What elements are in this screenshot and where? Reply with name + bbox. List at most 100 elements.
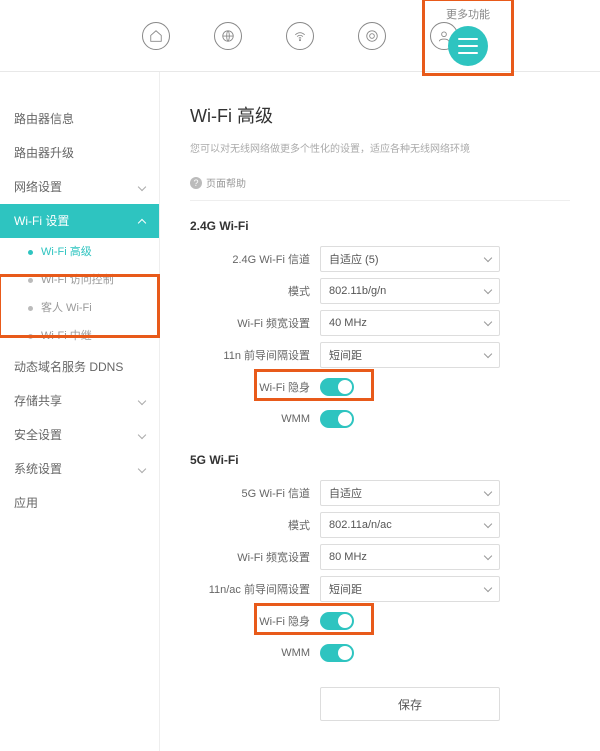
devices-icon [365,29,379,43]
row-5g-mode: 模式 802.11a/n/ac [190,509,570,541]
sidebar-item-router-info[interactable]: 路由器信息 [14,102,159,136]
top-nav: 更多功能 [0,0,600,72]
sidebar: 路由器信息 路由器升级 网络设置 Wi-Fi 设置 Wi-Fi 高级 Wi-Fi… [0,72,160,751]
sidebar-item-label: 网络设置 [14,170,62,204]
toggle-knob [338,412,352,426]
nav-wifi[interactable] [286,22,314,50]
sidebar-item-wifi-access-control[interactable]: Wi-Fi 访问控制 [14,266,159,294]
chevron-down-icon [138,465,146,473]
select-24g-channel[interactable]: 自适应 (5) [320,246,500,272]
globe-icon [221,29,235,43]
row-24g-wmm: WMM [190,403,570,435]
sidebar-item-system[interactable]: 系统设置 [14,452,159,486]
select-5g-channel[interactable]: 自适应 [320,480,500,506]
row-5g-wmm: WMM [190,637,570,669]
select-value: 802.11a/n/ac [329,519,392,531]
sidebar-item-storage[interactable]: 存储共享 [14,384,159,418]
toggle-5g-wmm[interactable] [320,644,354,662]
label-24g-wmm: WMM [190,413,320,425]
select-5g-bw[interactable]: 80 MHz [320,544,500,570]
label-24g-roaming: Wi-Fi 隐身 [190,379,320,395]
sidebar-item-guest-wifi[interactable]: 客人 Wi-Fi [14,294,159,322]
label-5g-mode: 模式 [190,517,320,533]
select-5g-mode[interactable]: 802.11a/n/ac [320,512,500,538]
label-5g-gi: 11n/ac 前导间隔设置 [190,581,320,597]
chevron-down-icon [138,183,146,191]
chevron-down-icon [484,317,492,325]
page-title: Wi-Fi 高级 [190,102,570,128]
hamburger-line [458,38,478,40]
wifi-icon [293,29,307,43]
select-value: 802.11b/g/n [329,285,386,297]
row-5g-channel: 5G Wi-Fi 信道 自适应 [190,477,570,509]
row-24g-bw: Wi-Fi 频宽设置 40 MHz [190,307,570,339]
sidebar-item-ddns[interactable]: 动态域名服务 DDNS [14,350,159,384]
sidebar-item-security[interactable]: 安全设置 [14,418,159,452]
row-24g-roaming: Wi-Fi 隐身 [190,371,570,403]
nav-more-button[interactable] [448,26,488,66]
hamburger-line [458,52,478,54]
bullet-icon [28,250,33,255]
row-5g-gi: 11n/ac 前导间隔设置 短间距 [190,573,570,605]
select-24g-gi[interactable]: 短间距 [320,342,500,368]
sidebar-item-label: 存储共享 [14,384,62,418]
toggle-24g-roaming[interactable] [320,378,354,396]
nav-devices[interactable] [358,22,386,50]
row-5g-bw: Wi-Fi 频宽设置 80 MHz [190,541,570,573]
chevron-down-icon [484,487,492,495]
chevron-down-icon [484,583,492,591]
sidebar-item-wifi-advanced[interactable]: Wi-Fi 高级 [14,238,159,266]
save-button[interactable]: 保存 [320,687,500,721]
label-5g-roaming: Wi-Fi 隐身 [190,613,320,629]
sidebar-item-label: 安全设置 [14,418,62,452]
sidebar-item-label: 动态域名服务 DDNS [14,350,123,384]
nav-home[interactable] [142,22,170,50]
bullet-icon [28,306,33,311]
sidebar-item-router-upgrade[interactable]: 路由器升级 [14,136,159,170]
select-value: 40 MHz [329,317,367,329]
sidebar-item-label: Wi-Fi 中继 [41,330,92,342]
sidebar-item-app[interactable]: 应用 [14,486,159,520]
select-value: 自适应 (5) [329,251,379,267]
sidebar-item-label: 路由器升级 [14,136,74,170]
row-24g-channel: 2.4G Wi-Fi 信道 自适应 (5) [190,243,570,275]
sidebar-item-wifi-settings[interactable]: Wi-Fi 设置 [0,204,159,238]
label-5g-wmm: WMM [190,647,320,659]
toggle-knob [338,614,352,628]
section-title-24g: 2.4G Wi-Fi [190,219,570,233]
select-24g-mode[interactable]: 802.11b/g/n [320,278,500,304]
sidebar-item-label: 系统设置 [14,452,62,486]
select-value: 80 MHz [329,551,367,563]
toggle-24g-wmm[interactable] [320,410,354,428]
bullet-icon [28,334,33,339]
label-24g-mode: 模式 [190,283,320,299]
page-help-link[interactable]: ? 页面帮助 [190,175,570,201]
bullet-icon [28,278,33,283]
sidebar-item-label: Wi-Fi 设置 [14,204,69,238]
toggle-5g-roaming[interactable] [320,612,354,630]
chevron-down-icon [484,349,492,357]
label-24g-gi: 11n 前导间隔设置 [190,347,320,363]
sidebar-item-label: 应用 [14,486,38,520]
save-label: 保存 [398,696,422,713]
chevron-down-icon [484,285,492,293]
nav-more-label: 更多功能 [428,0,508,22]
sidebar-item-label: 路由器信息 [14,102,74,136]
nav-globe[interactable] [214,22,242,50]
label-5g-channel: 5G Wi-Fi 信道 [190,485,320,501]
toggle-knob [338,646,352,660]
select-5g-gi[interactable]: 短间距 [320,576,500,602]
label-24g-bw: Wi-Fi 频宽设置 [190,315,320,331]
help-label: 页面帮助 [206,175,246,190]
row-24g-mode: 模式 802.11b/g/n [190,275,570,307]
sidebar-item-label: Wi-Fi 高级 [41,246,92,258]
sidebar-item-label: Wi-Fi 访问控制 [41,274,114,286]
sidebar-item-wifi-repeater[interactable]: Wi-Fi 中继 [14,322,159,350]
select-value: 短间距 [329,347,362,363]
select-24g-bw[interactable]: 40 MHz [320,310,500,336]
label-5g-bw: Wi-Fi 频宽设置 [190,549,320,565]
sidebar-item-network-settings[interactable]: 网络设置 [14,170,159,204]
row-5g-roaming: Wi-Fi 隐身 [190,605,570,637]
nav-more-wrap: 更多功能 [428,0,508,71]
section-title-5g: 5G Wi-Fi [190,453,570,467]
